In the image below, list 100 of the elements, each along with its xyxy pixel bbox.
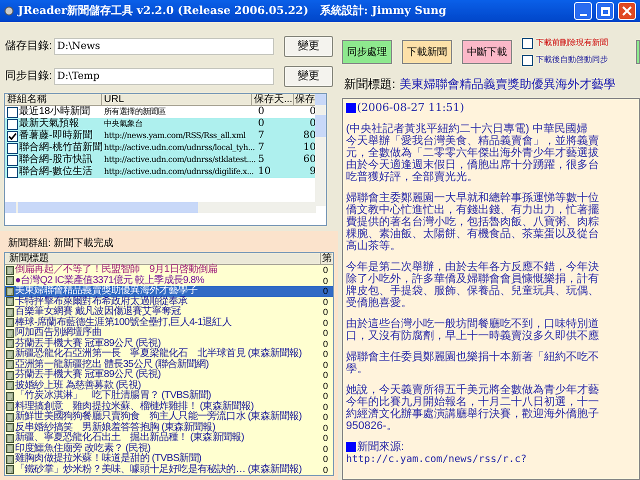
- news-title: 百樂筆女網賽 戴凡波因傷退賽艾寧奪冠: [15, 307, 181, 317]
- news-row[interactable]: 新鮮世美國狗狗餐廳只賣狗食 狗主人只能一旁流口水 (東森新聞報) 0: [5, 412, 333, 422]
- article-line: 高山茶等。: [346, 240, 402, 252]
- square-icon: [346, 442, 356, 452]
- article-line: 950826-。: [346, 420, 398, 432]
- article-line: 僑文教中心忙進忙出，有錢出錢、有力出力，忙著擺: [346, 204, 600, 216]
- news-title: 反串婚紗搞笑 男新娘羞答答抱胸 (東森新聞報): [15, 422, 216, 432]
- folder-field[interactable]: D:\News: [54, 38, 274, 55]
- group-name: 番薯藤-即時新聞: [19, 130, 92, 142]
- news-row[interactable]: 阿加西告別網壇序曲 0: [5, 328, 333, 338]
- action-button[interactable]: 同步處理: [342, 40, 392, 64]
- news-cell: 0: [323, 286, 328, 296]
- column-header[interactable]: URL: [102, 94, 252, 105]
- close-button[interactable]: [618, 2, 636, 20]
- option-label: 下載前刪除現有新聞: [536, 38, 608, 47]
- news-cell: 0: [323, 360, 328, 370]
- news-title: 新疆恐龍化石亞洲第一長 寧夏梁龍化石 北半球首見 (東森新聞報): [15, 349, 302, 359]
- news-title: 阿加西告別網壇序曲: [15, 328, 102, 338]
- news-row[interactable]: 芬蘭丟手機大賽 冠軍89公尺 (民視) 0: [5, 370, 333, 380]
- news-cell: 0: [323, 338, 328, 349]
- news-title: 芬蘭丟手機大賽 冠軍89公尺 (民視): [15, 338, 161, 348]
- news-title: 棒球-席蘭布藍德生涯第100號全壘打,巨人4-1退紅人: [15, 318, 232, 328]
- news-row[interactable]: 棒球-席蘭布藍德生涯第100號全壘打,巨人4-1退紅人 0: [5, 318, 333, 328]
- checkbox[interactable]: [7, 154, 18, 166]
- news-title: 「鐵砂掌」炒米粉？美味、噱頭十足好吃是有秘訣的… (東森新聞報): [15, 464, 302, 475]
- news-cell: 0: [323, 433, 328, 444]
- news-row[interactable]: 美東婦聯會精品義賣獎助優異海外才藝學子 0: [5, 286, 333, 296]
- folder-label: 同步目錄:: [5, 69, 52, 84]
- action-button[interactable]: 下載新聞: [402, 40, 452, 64]
- change-button[interactable]: 變更: [284, 66, 333, 87]
- group-count: 60: [302, 154, 316, 166]
- news-cell: 0: [323, 265, 328, 276]
- group-days: 0: [254, 118, 298, 130]
- news-cell: 0: [323, 328, 328, 338]
- checkbox[interactable]: [522, 55, 533, 66]
- news-title: 芬蘭丟手機大賽 冠軍89公尺 (民視): [15, 370, 161, 380]
- group-count: 9: [308, 166, 316, 178]
- checkbox[interactable]: [7, 142, 18, 154]
- news-title: 新疆、寧夏恐龍化石出土 掘出新品種！ (東森新聞報): [15, 433, 244, 443]
- article-line: 受僑胞喜愛。: [346, 297, 413, 309]
- news-cell: 0: [323, 412, 328, 422]
- checkbox[interactable]: [7, 166, 18, 178]
- horizontal-scrollbar[interactable]: [5, 202, 316, 213]
- article-line: 今年是第二次舉辦，由於去年各方反應不錯，今年決: [346, 261, 600, 273]
- news-cell: 0: [323, 370, 328, 380]
- column-header[interactable]: 保存天...: [252, 94, 294, 105]
- checkbox[interactable]: [522, 38, 533, 49]
- news-row[interactable]: 料理搞創意 雞肉提拉米蘇、榴槤炸雞排！ (東森新聞報) 0: [5, 402, 333, 412]
- news-cell: 0: [323, 349, 328, 360]
- news-row[interactable]: 芬蘭丟手機大賽 冠軍89公尺 (民視) 0: [5, 338, 333, 349]
- group-row[interactable]: 聯合網-股市快訊 http://active.udn.com/udnrss/stklatest.... 5 60: [5, 154, 316, 166]
- square-icon: [346, 102, 356, 112]
- minimize-button[interactable]: [574, 2, 592, 20]
- article-line: 約經濟文化辦事處演講廳舉行決賽，歡迎海外僑胞子: [346, 408, 600, 420]
- news-title: 卡特抨擊布萊爾對布希政府太過順從奉承: [15, 296, 188, 306]
- group-row[interactable]: 聯合網-數位生活 http://active.udn.com/udnrss/digilife.x... 10 9: [5, 166, 316, 178]
- group-row[interactable]: 番薯藤-即時新聞 http://news.yam.com/RSS/Rss_all.xml 7 80: [5, 130, 316, 142]
- group-name: 最新天氣預報: [19, 118, 79, 130]
- article-line: 牌皮包、手提袋、服飾、保養品、兒童玩具、玩偶、: [346, 285, 600, 297]
- group-row[interactable]: 聯合網-桃竹苗新聞 http://active.udn.com/udnrss/local_tyh... 7 10: [5, 142, 316, 154]
- news-cell: 0: [323, 402, 328, 412]
- news-row[interactable]: 披婚紗上班 為慈善募款 (民視) 0: [5, 380, 333, 391]
- window-title: JReader新聞儲存工具 v2.2.0 (Release 2006.05.22) 系統設計: Jimmy Sung: [18, 2, 448, 19]
- checkbox[interactable]: [7, 118, 18, 130]
- source-link[interactable]: http://c.yam.com/news/rss/r.c?: [346, 454, 527, 465]
- group-days: 0: [254, 106, 298, 118]
- news-title: 印度鱷魚住廟旁 改吃素？ (民視): [15, 444, 150, 454]
- news-row[interactable]: 「鐵砂掌」炒米粉？美味、噱頭十足好吃是有秘訣的… (東森新聞報) 0: [5, 464, 333, 475]
- news-row[interactable]: 倒扁再起／不等了！民盟智師 9月1日啓動倒扁 0: [5, 265, 333, 276]
- article-line: 除了小吃外，許多華僑及婦聯會會員慷慨樂捐，計有: [346, 273, 600, 285]
- news-row[interactable]: 「竹炭冰淇淋」 吃下肚清腸胃？ (TVBS新聞) 0: [5, 391, 333, 402]
- news-row[interactable]: 反串婚紗搞笑 男新娘羞答答抱胸 (東森新聞報) 0: [5, 422, 333, 433]
- folder-field[interactable]: D:\Temp: [54, 68, 274, 85]
- news-row[interactable]: 雞胸肉做提拉米蘇！味道是甜的 (TVBS新聞) 0: [5, 454, 333, 464]
- news-cell: 0: [323, 296, 328, 307]
- news-row[interactable]: ●台灣Q2 IC業產值3371億元 較上季成長9.8% 0: [5, 276, 333, 286]
- news-title: 披婚紗上班 為慈善募款 (民視): [15, 380, 141, 390]
- group-url: http://active.udn.com/udnrss/digilife.x...: [103, 166, 254, 178]
- column-header[interactable]: 保存: [294, 94, 316, 105]
- change-button[interactable]: 變更: [284, 36, 333, 57]
- checkbox[interactable]: [7, 130, 18, 142]
- news-row[interactable]: 印度鱷魚住廟旁 改吃素？ (民視) 0: [5, 444, 333, 454]
- headline: 美東婦聯會精品義賣獎助優異海外才藝學: [399, 76, 616, 93]
- maximize-button[interactable]: [596, 2, 614, 20]
- checkbox[interactable]: [7, 106, 18, 118]
- news-row[interactable]: 卡特抨擊布萊爾對布希政府太過順從奉承 0: [5, 296, 333, 307]
- news-cell: 0: [323, 422, 328, 433]
- news-row[interactable]: 新疆、寧夏恐龍化石出土 掘出新品種！ (東森新聞報) 0: [5, 433, 333, 444]
- option-label: 下載後自動啓動同步: [536, 55, 608, 64]
- group-days: 10: [254, 166, 298, 178]
- news-row[interactable]: 新疆恐龍化石亞洲第一長 寧夏梁龍化石 北半球首見 (東森新聞報) 0: [5, 349, 333, 360]
- column-header[interactable]: 群組名稱: [5, 94, 102, 105]
- news-row[interactable]: 亞洲第一龍新疆挖出 體長35公尺 (聯合新聞網) 0: [5, 360, 333, 370]
- vertical-scrollbar[interactable]: [315, 94, 326, 206]
- action-button[interactable]: 中斷下載: [462, 40, 512, 64]
- news-cell: 0: [323, 454, 328, 464]
- news-cell: 0: [323, 391, 328, 402]
- news-row[interactable]: 百樂筆女網賽 戴凡波因傷退賽艾寧奪冠 0: [5, 307, 333, 318]
- status-text: 新聞群組: 新聞下載完成: [7, 236, 115, 250]
- column-header[interactable]: 第: [321, 253, 333, 264]
